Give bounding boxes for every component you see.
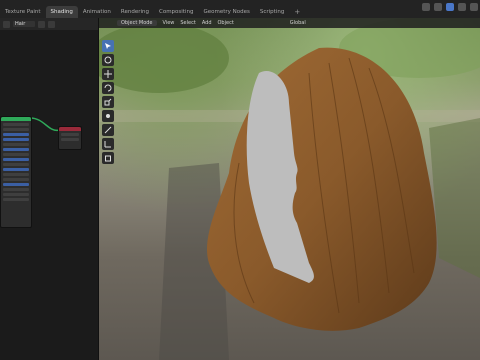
node-socket-row[interactable]: [3, 178, 29, 181]
menu-add[interactable]: Add: [202, 20, 212, 26]
node-socket-row[interactable]: [3, 153, 29, 156]
principled-hair-node[interactable]: [0, 116, 32, 228]
node-socket-row[interactable]: [3, 198, 29, 201]
tab-geometry-nodes[interactable]: Geometry Nodes: [198, 6, 254, 18]
shading-icon[interactable]: [470, 3, 478, 11]
scene-icon[interactable]: [422, 3, 430, 11]
node-socket-row[interactable]: [3, 193, 29, 196]
select-tool-icon[interactable]: [102, 40, 114, 52]
transform-tool-icon[interactable]: [102, 110, 114, 122]
tab-compositing[interactable]: Compositing: [154, 6, 198, 18]
menu-view[interactable]: View: [163, 20, 175, 26]
node-socket-row[interactable]: [3, 133, 29, 136]
node-socket-row[interactable]: [3, 148, 29, 151]
material-output-node[interactable]: [58, 126, 82, 150]
viewlayer-icon[interactable]: [434, 3, 442, 11]
node-socket-row[interactable]: [3, 173, 29, 176]
node-socket-row[interactable]: [3, 123, 29, 126]
scale-tool-icon[interactable]: [102, 96, 114, 108]
measure-tool-icon[interactable]: [102, 138, 114, 150]
overlay-icon[interactable]: [458, 3, 466, 11]
node-header: [1, 117, 31, 121]
hair-mass: [207, 47, 437, 331]
node-header: [59, 127, 81, 131]
mode-dropdown[interactable]: Object Mode: [117, 20, 157, 26]
node-socket-row[interactable]: [3, 128, 29, 131]
node-socket-row[interactable]: [3, 168, 29, 171]
tab-animation[interactable]: Animation: [78, 6, 116, 18]
render-engine-icon[interactable]: [446, 3, 454, 11]
tab-shading[interactable]: Shading: [45, 6, 78, 18]
viewport-header: Object Mode View Select Add Object Globa…: [99, 18, 480, 28]
tab-scripting[interactable]: Scripting: [255, 6, 289, 18]
rotate-tool-icon[interactable]: [102, 82, 114, 94]
node-socket-row[interactable]: [3, 138, 29, 141]
workspace-tabs: Texture Paint Shading Animation Renderin…: [0, 0, 480, 18]
node-socket-row[interactable]: [3, 183, 29, 186]
node-socket-row[interactable]: [3, 163, 29, 166]
node-socket-row[interactable]: [61, 133, 79, 136]
transform-orientation-dropdown[interactable]: Global: [290, 20, 306, 26]
toolbar: [102, 40, 115, 164]
add-workspace-button[interactable]: +: [289, 6, 305, 18]
node-socket-row[interactable]: [61, 138, 79, 141]
tab-rendering[interactable]: Rendering: [116, 6, 154, 18]
menu-select[interactable]: Select: [180, 20, 195, 26]
topbar-right-controls: [422, 3, 478, 11]
add-cube-tool-icon[interactable]: [102, 152, 114, 164]
node-socket-row[interactable]: [3, 143, 29, 146]
annotate-tool-icon[interactable]: [102, 124, 114, 136]
move-tool-icon[interactable]: [102, 68, 114, 80]
menu-object[interactable]: Object: [218, 20, 234, 26]
3d-viewport[interactable]: Object Mode View Select Add Object Globa…: [99, 18, 480, 360]
node-socket-row[interactable]: [3, 188, 29, 191]
cursor-tool-icon[interactable]: [102, 54, 114, 66]
tab-texture-paint[interactable]: Texture Paint: [0, 6, 46, 18]
node-editor-panel: Hair: [0, 18, 99, 360]
node-socket-row[interactable]: [3, 158, 29, 161]
hair-model[interactable]: [199, 43, 449, 343]
